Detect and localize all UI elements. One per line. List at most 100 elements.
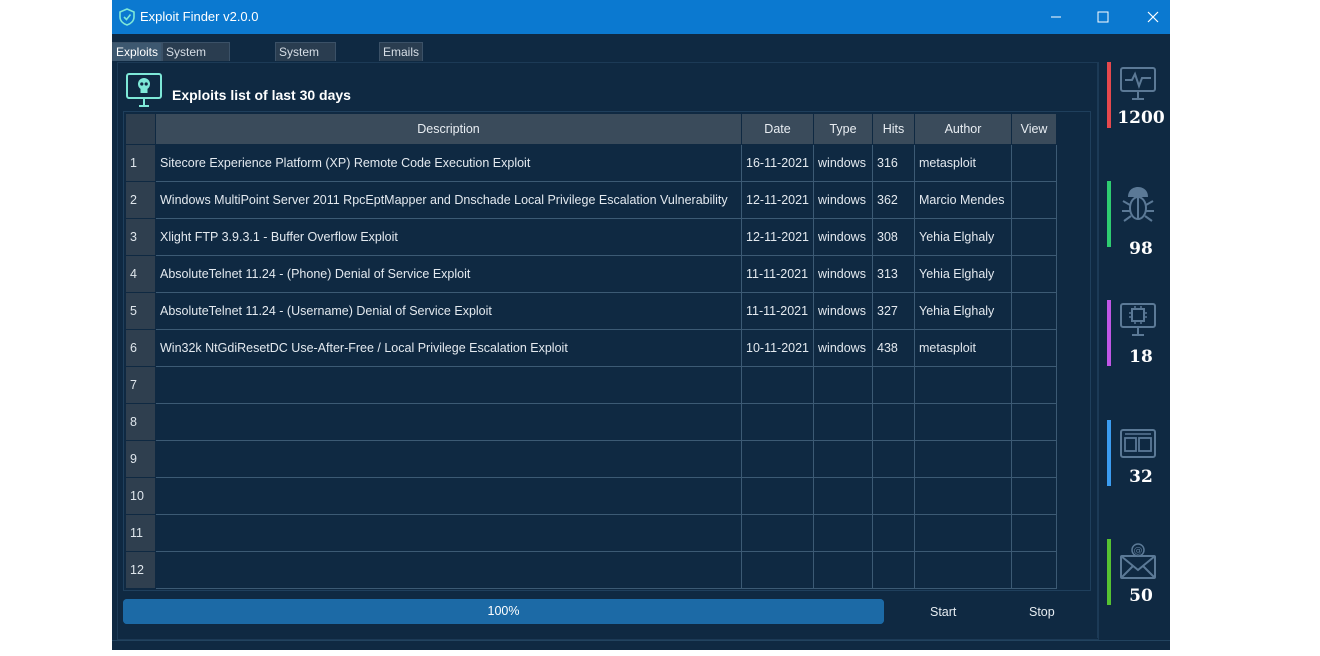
view-cell[interactable] [1011, 403, 1058, 441]
svg-text:@: @ [1134, 546, 1143, 556]
author-cell: Yehia Elghaly [914, 255, 1013, 293]
view-cell[interactable] [1011, 329, 1058, 367]
author-cell: Yehia Elghaly [914, 218, 1013, 256]
monitor-pulse-icon [1120, 67, 1156, 100]
author-cell: metasploit [914, 329, 1013, 367]
tab-system-softwares[interactable]: System Softwares [275, 42, 337, 77]
column-header-description[interactable]: Description [155, 113, 742, 145]
column-header-hits[interactable]: Hits [872, 113, 916, 145]
stat-value-hardware: 18 [1129, 347, 1153, 367]
hits-cell: 327 [872, 292, 916, 330]
row-number: 11 [125, 514, 156, 552]
table-row[interactable]: 9 [125, 440, 1058, 478]
table-row[interactable]: 10 [125, 477, 1058, 515]
row-number: 4 [125, 255, 156, 293]
author-cell: metasploit [914, 144, 1013, 182]
stat-value-emails: 50 [1129, 586, 1153, 606]
stop-button[interactable]: Stop [1029, 600, 1055, 624]
table-row[interactable]: 12 [125, 551, 1058, 589]
column-header-author[interactable]: Author [914, 113, 1013, 145]
table-row[interactable]: 2 Windows MultiPoint Server 2011 RpcEptMa… [125, 181, 1058, 219]
table-row[interactable]: 5 AbsoluteTelnet 11.24 - (Username) Denia… [125, 292, 1058, 330]
table-row[interactable]: 6 Win32k NtGdiResetDC Use-After-Free / Lo… [125, 329, 1058, 367]
view-cell[interactable] [1011, 181, 1058, 219]
tab-emails[interactable]: Emails [379, 42, 424, 61]
type-cell: windows [813, 292, 874, 330]
date-cell [740, 477, 815, 515]
view-cell[interactable] [1011, 477, 1058, 515]
type-cell: windows [813, 329, 874, 367]
minimize-button[interactable] [1033, 0, 1079, 34]
description-cell: Win32k NtGdiResetDC Use-After-Free / Loc… [155, 329, 742, 367]
description-cell: AbsoluteTelnet 11.24 - (Phone) Denial of… [155, 255, 742, 293]
row-number: 10 [125, 477, 156, 515]
view-cell[interactable] [1011, 551, 1058, 589]
table-row[interactable]: 7 [125, 366, 1058, 404]
row-number: 3 [125, 218, 156, 256]
author-cell: Yehia Elghaly [914, 292, 1013, 330]
hits-cell [872, 514, 916, 552]
row-number: 2 [125, 181, 156, 219]
description-cell [155, 366, 742, 404]
maximize-button[interactable] [1080, 0, 1126, 34]
view-cell[interactable] [1011, 292, 1058, 330]
stat-value-exploits: 1200 [1117, 108, 1165, 128]
description-cell: Xlight FTP 3.9.3.1 - Buffer Overflow Exp… [155, 218, 742, 256]
date-cell: 12-11-2021 [740, 181, 815, 219]
table-header-row: Description Date Type Hits Author View [125, 113, 1058, 145]
hits-cell [872, 366, 916, 404]
stat-bar-emails [1107, 539, 1111, 605]
exploits-panel: Exploits list of last 30 days Descriptio… [117, 62, 1099, 640]
sidebar-divider [1097, 62, 1098, 638]
column-header-type[interactable]: Type [813, 113, 874, 145]
column-header-date[interactable]: Date [740, 113, 815, 145]
hits-cell: 362 [872, 181, 916, 219]
description-cell [155, 514, 742, 552]
hits-cell: 308 [872, 218, 916, 256]
type-cell [813, 514, 874, 552]
window-panels-icon [1120, 429, 1156, 458]
title-bar[interactable]: Exploit Finder v2.0.0 [112, 0, 1170, 34]
shield-icon [119, 8, 135, 26]
bug-cloud-icon [1122, 187, 1154, 222]
start-button[interactable]: Start [930, 600, 956, 624]
hits-cell: 316 [872, 144, 916, 182]
view-cell[interactable] [1011, 255, 1058, 293]
close-button[interactable] [1130, 0, 1176, 34]
table-row[interactable]: 4 AbsoluteTelnet 11.24 - (Phone) Denial o… [125, 255, 1058, 293]
table-row[interactable]: 8 [125, 403, 1058, 441]
type-cell [813, 440, 874, 478]
table-row[interactable]: 3 Xlight FTP 3.9.3.1 - Buffer Overflow Ex… [125, 218, 1058, 256]
author-cell [914, 440, 1013, 478]
stat-bar-softwares [1107, 420, 1111, 486]
column-header-view[interactable]: View [1011, 113, 1058, 145]
description-cell: AbsoluteTelnet 11.24 - (Username) Denial… [155, 292, 742, 330]
minimize-icon [1051, 16, 1061, 18]
section-title: Exploits list of last 30 days [172, 87, 351, 103]
view-cell[interactable] [1011, 440, 1058, 478]
hits-cell [872, 477, 916, 515]
type-cell [813, 477, 874, 515]
exploits-table: Description Date Type Hits Author View 1… [125, 113, 1058, 589]
view-cell[interactable] [1011, 514, 1058, 552]
progress-label: 100% [487, 604, 520, 618]
row-number: 6 [125, 329, 156, 367]
view-cell[interactable] [1011, 218, 1058, 256]
tab-system-information[interactable]: System Information [162, 42, 231, 77]
stat-bar-exploits [1107, 62, 1111, 128]
author-cell [914, 403, 1013, 441]
hits-cell [872, 551, 916, 589]
window-title: Exploit Finder v2.0.0 [140, 9, 259, 24]
stat-bar-vulnerabilities [1107, 181, 1111, 247]
skull-monitor-icon [126, 73, 162, 107]
hits-cell [872, 440, 916, 478]
tab-exploits[interactable]: Exploits [112, 42, 163, 61]
description-cell: Windows MultiPoint Server 2011 RpcEptMap… [155, 181, 742, 219]
view-cell[interactable] [1011, 144, 1058, 182]
author-cell [914, 551, 1013, 589]
view-cell[interactable] [1011, 366, 1058, 404]
table-row[interactable]: 11 [125, 514, 1058, 552]
progress-bar: 100% [123, 599, 884, 624]
table-row[interactable]: 1 Sitecore Experience Platform (XP) Remot… [125, 144, 1058, 182]
bottom-divider [112, 640, 1170, 641]
